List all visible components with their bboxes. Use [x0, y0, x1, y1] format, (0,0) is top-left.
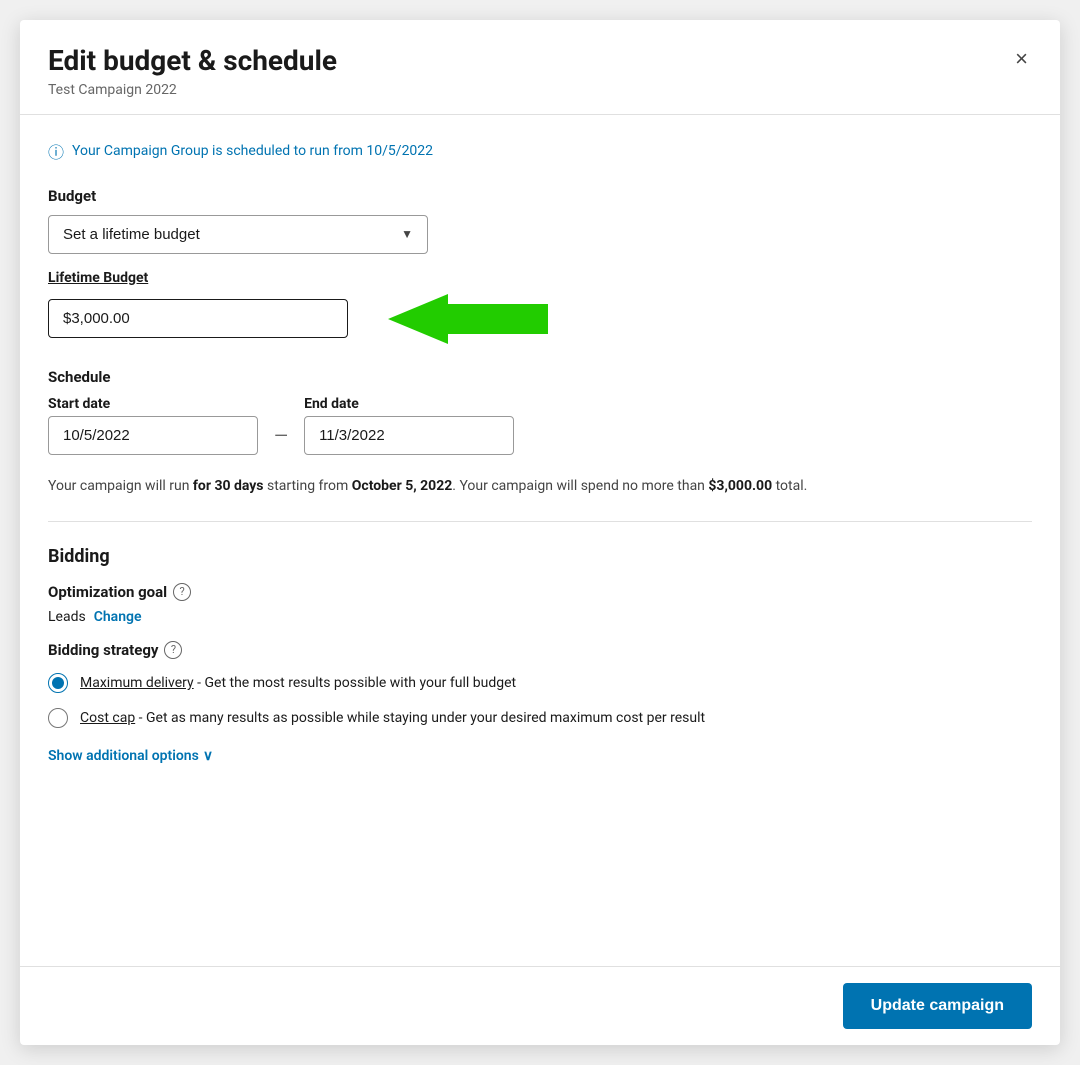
modal-subtitle: Test Campaign 2022	[48, 82, 1032, 98]
cost-cap-option[interactable]: Cost cap - Get as many results as possib…	[48, 708, 1032, 729]
show-additional-options-label: Show additional options	[48, 748, 199, 764]
budget-label: Budget	[48, 187, 1032, 205]
campaign-summary: Your campaign will run for 30 days start…	[48, 475, 1032, 497]
info-icon: ⓘ	[48, 139, 64, 163]
bidding-section: Bidding Optimization goal ? Leads Change…	[48, 546, 1032, 764]
schedule-row: Start date — End date	[48, 396, 1032, 455]
bidding-title: Bidding	[48, 546, 1032, 567]
schedule-label: Schedule	[48, 368, 1032, 386]
cost-cap-radio[interactable]	[48, 708, 68, 728]
modal-body: ⓘ Your Campaign Group is scheduled to ru…	[20, 115, 1060, 966]
maximum-delivery-desc: - Get the most results possible with you…	[197, 675, 516, 691]
end-date-label: End date	[304, 396, 514, 412]
cost-cap-desc: - Get as many results as possible while …	[139, 710, 705, 726]
modal-title: Edit budget & schedule	[48, 44, 1032, 78]
close-button[interactable]: ×	[1011, 44, 1032, 74]
start-date-group: Start date	[48, 396, 258, 455]
optimization-goal-row: Optimization goal ?	[48, 583, 1032, 601]
info-banner: ⓘ Your Campaign Group is scheduled to ru…	[48, 139, 1032, 163]
leads-row: Leads Change	[48, 609, 1032, 625]
budget-section: Budget Set a lifetime budget ▼ Lifetime …	[48, 187, 1032, 344]
leads-text: Leads	[48, 609, 86, 625]
change-link[interactable]: Change	[94, 609, 142, 625]
end-date-input[interactable]	[304, 416, 514, 455]
cost-cap-text: Cost cap - Get as many results as possib…	[80, 708, 705, 729]
lifetime-budget-label: Lifetime Budget	[48, 270, 1032, 286]
bidding-strategy-help-icon[interactable]: ?	[164, 641, 182, 659]
start-date-input[interactable]	[48, 416, 258, 455]
arrow-annotation	[388, 294, 548, 344]
maximum-delivery-option[interactable]: Maximum delivery - Get the most results …	[48, 673, 1032, 694]
section-divider	[48, 521, 1032, 522]
show-additional-options-link[interactable]: Show additional options ∨	[48, 748, 213, 764]
bidding-strategy-label: Bidding strategy	[48, 641, 158, 659]
modal-footer: Update campaign	[20, 966, 1060, 1045]
lifetime-budget-section: Lifetime Budget	[48, 270, 1032, 344]
optimization-goal-help-icon[interactable]: ?	[173, 583, 191, 601]
budget-dropdown-value: Set a lifetime budget	[63, 226, 200, 243]
date-separator: —	[274, 426, 288, 447]
maximum-delivery-radio[interactable]	[48, 673, 68, 693]
budget-dropdown[interactable]: Set a lifetime budget ▼	[48, 215, 428, 254]
schedule-section: Schedule Start date — End date Your camp…	[48, 368, 1032, 497]
lifetime-budget-input[interactable]	[48, 299, 348, 338]
edit-budget-modal: Edit budget & schedule Test Campaign 202…	[20, 20, 1060, 1045]
show-options-chevron-icon: ∨	[203, 748, 213, 764]
maximum-delivery-text: Maximum delivery - Get the most results …	[80, 673, 516, 694]
info-banner-text: Your Campaign Group is scheduled to run …	[72, 143, 433, 159]
update-campaign-button[interactable]: Update campaign	[843, 983, 1032, 1029]
green-arrow-icon	[388, 294, 548, 344]
end-date-group: End date	[304, 396, 514, 455]
optimization-goal-label: Optimization goal	[48, 583, 167, 601]
start-date-label: Start date	[48, 396, 258, 412]
modal-header: Edit budget & schedule Test Campaign 202…	[20, 20, 1060, 115]
maximum-delivery-name: Maximum delivery	[80, 675, 194, 691]
bidding-strategy-row: Bidding strategy ?	[48, 641, 1032, 659]
budget-input-row	[48, 294, 1032, 344]
dropdown-arrow-icon: ▼	[401, 227, 413, 241]
cost-cap-name: Cost cap	[80, 710, 135, 726]
show-options-row: Show additional options ∨	[48, 745, 1032, 764]
